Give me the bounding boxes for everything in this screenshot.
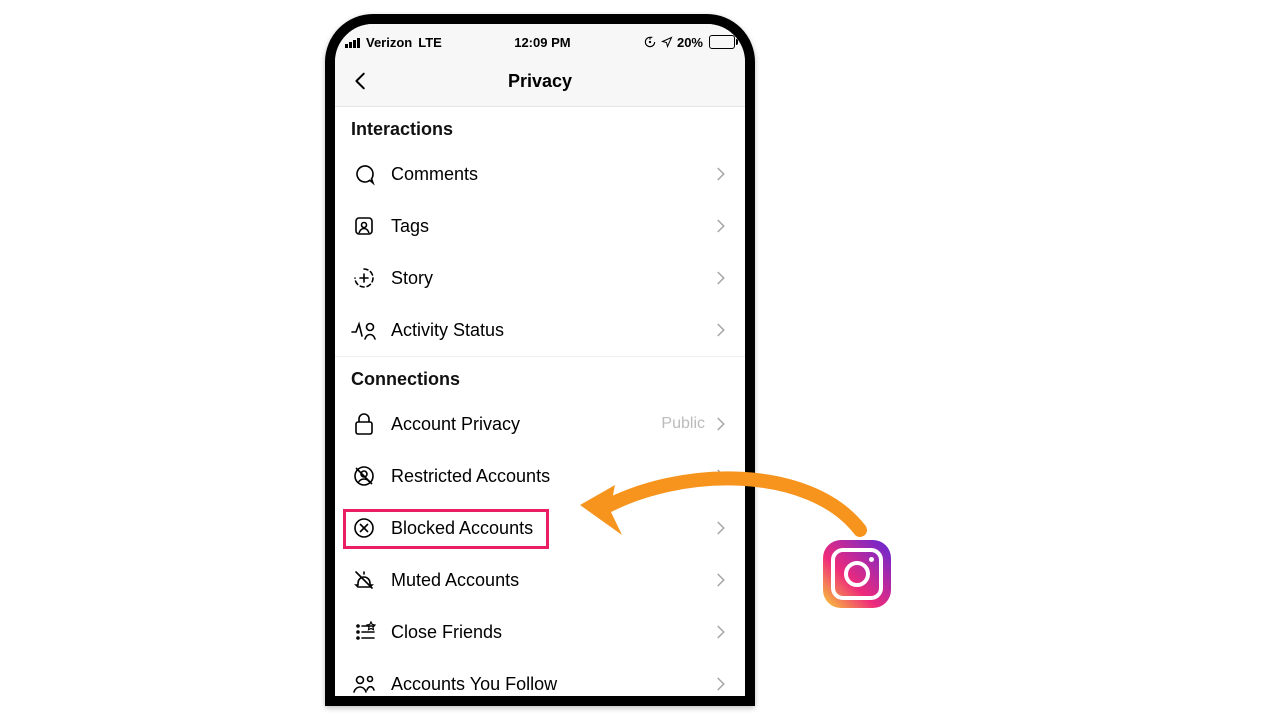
row-label: Close Friends — [391, 622, 711, 643]
network-label: LTE — [418, 35, 442, 50]
restricted-icon — [351, 463, 377, 489]
row-label: Activity Status — [391, 320, 711, 341]
lock-icon — [351, 411, 377, 437]
carrier-label: Verizon — [366, 35, 412, 50]
chevron-left-icon — [350, 70, 372, 92]
row-activity-status[interactable]: Activity Status — [335, 304, 745, 356]
row-label: Restricted Accounts — [391, 466, 711, 487]
battery-icon — [709, 35, 735, 49]
row-label: Blocked Accounts — [391, 518, 711, 539]
section-header-interactions: Interactions — [335, 107, 745, 148]
row-label: Account Privacy — [391, 414, 661, 435]
chevron-right-icon — [711, 467, 729, 485]
follow-icon — [351, 671, 377, 697]
row-restricted-accounts[interactable]: Restricted Accounts — [335, 450, 745, 502]
page-header: Privacy — [335, 56, 745, 107]
activity-icon — [351, 317, 377, 343]
signal-icon — [345, 36, 360, 48]
row-account-privacy[interactable]: Account Privacy Public — [335, 398, 745, 450]
row-value: Public — [661, 415, 705, 433]
phone-frame: Verizon LTE 12:09 PM 20% Privacy Interac… — [325, 14, 755, 706]
row-story[interactable]: Story — [335, 252, 745, 304]
row-muted-accounts[interactable]: Muted Accounts — [335, 554, 745, 606]
status-bar: Verizon LTE 12:09 PM 20% — [335, 24, 745, 56]
chevron-right-icon — [711, 571, 729, 589]
story-icon — [351, 265, 377, 291]
page-title: Privacy — [508, 71, 572, 92]
chevron-right-icon — [711, 675, 729, 693]
row-label: Tags — [391, 216, 711, 237]
row-blocked-accounts[interactable]: Blocked Accounts — [335, 502, 745, 554]
settings-list: Interactions Comments Tags — [335, 107, 745, 706]
chevron-right-icon — [711, 217, 729, 235]
chevron-right-icon — [711, 519, 729, 537]
time-label: 12:09 PM — [514, 35, 570, 50]
row-accounts-you-follow[interactable]: Accounts You Follow — [335, 658, 745, 706]
location-icon — [661, 36, 673, 48]
tag-icon — [351, 213, 377, 239]
row-tags[interactable]: Tags — [335, 200, 745, 252]
instagram-icon — [823, 540, 891, 608]
comment-icon — [351, 161, 377, 187]
battery-percent: 20% — [677, 35, 703, 50]
muted-icon — [351, 567, 377, 593]
chevron-right-icon — [711, 269, 729, 287]
blocked-icon — [351, 515, 377, 541]
back-button[interactable] — [347, 67, 375, 95]
close-friends-icon — [351, 619, 377, 645]
row-close-friends[interactable]: Close Friends — [335, 606, 745, 658]
chevron-right-icon — [711, 623, 729, 641]
row-label: Muted Accounts — [391, 570, 711, 591]
row-label: Accounts You Follow — [391, 674, 711, 695]
row-label: Comments — [391, 164, 711, 185]
section-header-connections: Connections — [335, 357, 745, 398]
row-label: Story — [391, 268, 711, 289]
chevron-right-icon — [711, 415, 729, 433]
chevron-right-icon — [711, 165, 729, 183]
rotation-lock-icon — [643, 35, 657, 49]
row-comments[interactable]: Comments — [335, 148, 745, 200]
chevron-right-icon — [711, 321, 729, 339]
